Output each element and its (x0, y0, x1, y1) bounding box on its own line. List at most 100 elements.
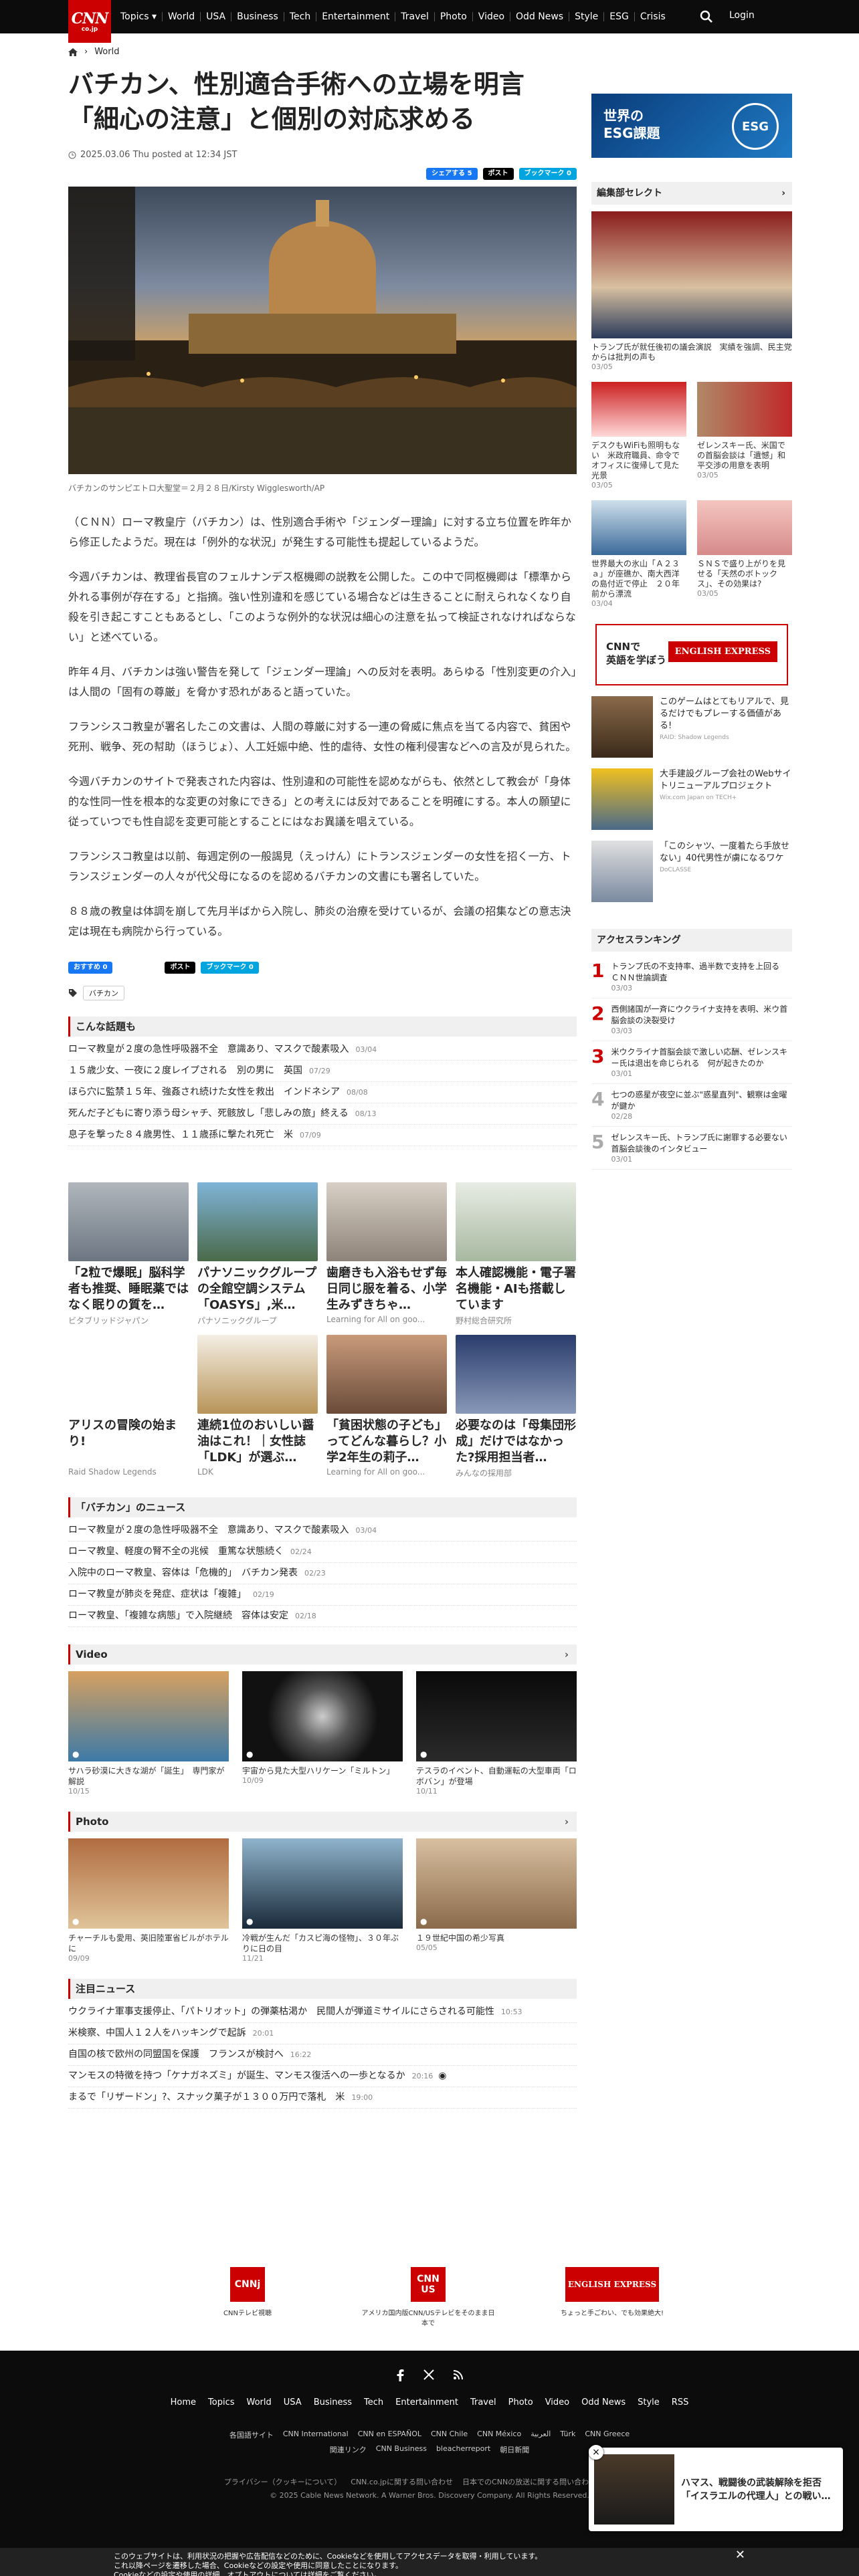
nav-item-8[interactable]: Video (473, 12, 511, 21)
ad-card[interactable]: 歯磨きも入浴もせず毎日同じ服を着る、小学生みずきちゃ… Learning for … (326, 1182, 447, 1326)
tag-vatican[interactable]: バチカン (83, 986, 124, 1000)
sponsored-item[interactable]: 大手建設グループ会社のWebサイトリニューアルプロジェクト Wix.com Jap… (591, 768, 792, 830)
ranking-item[interactable]: 1 トランプ氏の不支持率、過半数で支持を上回る ＣＮＮ世論調査 03/03 (591, 956, 792, 998)
footer-legal-link-0[interactable]: プライバシー（クッキーについて） (224, 2476, 341, 2487)
list-item[interactable]: 米検察、中国人１２人をハッキングで起訴 20:01 (68, 2023, 577, 2044)
list-item[interactable]: ローマ教皇が２度の急性呼吸器不全 意識あり、マスクで酸素吸入 03/04 (68, 1039, 577, 1061)
photo-heading[interactable]: Photo › (68, 1812, 577, 1832)
ad-card[interactable]: アリスの冒険の始まり! Raid Shadow Legends (68, 1335, 189, 1479)
cnn-us-link[interactable]: CNN US アメリカ国内版CNN/USテレビをそのまま日本で (361, 2267, 495, 2327)
footer-nav-item-5[interactable]: Tech (364, 2397, 383, 2407)
photo-card[interactable]: ● 冷戦が生んだ「カスピ海の怪物」、３０年ぶりに日の目 11/21 (242, 1838, 403, 1963)
nav-item-11[interactable]: ESG (604, 12, 635, 21)
sponsored-item[interactable]: このゲームはとてもリアルで、見るだけでもプレーする価値がある! RAID: Sha… (591, 696, 792, 758)
list-item[interactable]: 死んだ子どもに寄り添う母シャチ、死骸放し「悲しみの旅」終える 08/13 (68, 1103, 577, 1125)
footer-intl-link-7[interactable]: CNN Greece (585, 2430, 630, 2440)
ad-card[interactable]: 「貧困状態の子ども」ってどんな暮らし？小学2年生の莉子… Learning for… (326, 1335, 447, 1479)
facebook-icon[interactable] (395, 2369, 405, 2381)
video-heading[interactable]: Video › (68, 1644, 577, 1665)
ad-card[interactable]: 必要なのは「母集団形成」だけではなかった?採用担当者… みんなの採用部 (456, 1335, 576, 1479)
x-post-button[interactable]: ポスト (165, 962, 196, 974)
footer-nav-item-12[interactable]: RSS (672, 2397, 689, 2407)
floating-video-player[interactable]: × ハマス、戦闘後の武装解除を拒否「イスラエルの代理人」との戦い… (589, 2445, 843, 2531)
list-item[interactable]: まるで「リザードン」?、スナック菓子が１３００万円で落札 米 19:00 (68, 2087, 577, 2109)
footer-intl-link-4[interactable]: CNN México (477, 2430, 521, 2440)
photo-card[interactable]: ● チャーチルも愛用、英旧陸軍省ビルがホテルに 09/09 (68, 1838, 229, 1963)
pick-card[interactable]: 世界最大の氷山「Ａ２３ａ」が座礁か、南大西洋の島付近で停止 ２０年前から漂流 03… (591, 500, 686, 608)
nav-item-2[interactable]: USA (201, 12, 232, 21)
footer-nav-item-1[interactable]: Topics (208, 2397, 234, 2407)
footer-intl-link-1[interactable]: CNN International (283, 2430, 349, 2440)
nav-item-5[interactable]: Entertainment (316, 12, 396, 21)
english-express-link[interactable]: ENGLISH EXPRESS ちょっと手ごわい、でも効果絶大! (549, 2267, 676, 2317)
list-item[interactable]: ほら穴に監禁１５年、強姦され続けた女性を救出 インドネシア 08/08 (68, 1082, 577, 1103)
video-card[interactable]: ● サハラ砂漠に大きな湖が「誕生」 専門家が解説 10/15 (68, 1671, 229, 1796)
list-item[interactable]: ローマ教皇が肺炎を発症、症状は「複雑」 02/19 (68, 1584, 577, 1606)
esg-banner[interactable]: 世界の ESG課題 ESG (591, 94, 792, 158)
cnn-logo[interactable]: CNN co.jp (68, 0, 111, 43)
nav-item-3[interactable]: Business (231, 12, 284, 21)
footer-nav-item-0[interactable]: Home (171, 2397, 196, 2407)
footer-intl-link-5[interactable]: العربية (531, 2430, 551, 2440)
hatena-bookmark-button[interactable]: ブックマーク 0 (518, 168, 577, 180)
list-item[interactable]: ローマ教皇、「複雑な病態」で入院継続 容体は安定 02/18 (68, 1606, 577, 1627)
photo-card[interactable]: ● １９世紀中国の希少写真 05/05 (416, 1838, 577, 1963)
ad-card[interactable]: 「2粒で爆眠」脳科学者も推奨、睡眠薬ではなく眠りの質を… ビタブリッドジャパン (68, 1182, 189, 1326)
list-item[interactable]: ウクライナ軍事支援停止、「パトリオット」の弾薬枯渇か 民間人が弾道ミサイルにさら… (68, 2002, 577, 2023)
x-post-button[interactable]: ポスト (482, 168, 514, 180)
footer-nav-item-7[interactable]: Travel (470, 2397, 496, 2407)
pick-card[interactable]: ＳＮＳで盛り上がりを見せる「天然のボトックス」、その効果は? 03/05 (697, 500, 792, 608)
list-item[interactable]: マンモスの特徴を持つ「ケナガネズミ」が誕生、マンモス復活への一歩となるか 20:1… (68, 2066, 577, 2087)
ranking-item[interactable]: 2 西側諸国が一斉にウクライナ支持を表明、米ウ首脳会談の決裂受け 03/03 (591, 998, 792, 1041)
footer-related-link-1[interactable]: CNN Business (376, 2444, 427, 2455)
footer-nav-item-2[interactable]: World (247, 2397, 272, 2407)
footer-nav-item-9[interactable]: Video (545, 2397, 569, 2407)
close-icon[interactable]: ✕ (735, 2549, 745, 2561)
ranking-item[interactable]: 3 米ウクライナ首脳会談で激しい応酬、ゼレンスキー氏は退出を命じられる 何が起きた… (591, 1041, 792, 1084)
editor-picks-heading[interactable]: 編集部セレクト › (591, 182, 792, 205)
ranking-item[interactable]: 4 七つの惑星が夜空に並ぶ"惑星直列"、観察は金曜が鍵か 02/28 (591, 1084, 792, 1127)
cnnj-link[interactable]: CNNj CNNテレビ視聴 (201, 2267, 294, 2317)
rss-icon[interactable] (453, 2369, 464, 2380)
nav-item-4[interactable]: Tech (284, 12, 317, 21)
footer-related-link-0[interactable]: 関連リンク (330, 2444, 367, 2455)
list-item[interactable]: 自国の核で欧州の同盟国を保護 フランスが検討へ 16:22 (68, 2044, 577, 2066)
sponsored-item[interactable]: 「このシャツ、一度着たら手放せない」40代男性が虜になるワケ DoCLASSE (591, 841, 792, 902)
footer-related-link-3[interactable]: 朝日新聞 (500, 2444, 529, 2455)
ad-card[interactable]: 本人確認機能・電子署名機能・AIも搭載しています 野村総合研究所 (456, 1182, 576, 1326)
footer-nav-item-10[interactable]: Odd News (581, 2397, 626, 2407)
footer-nav-item-3[interactable]: USA (284, 2397, 302, 2407)
nav-item-7[interactable]: Photo (435, 12, 473, 21)
footer-related-link-2[interactable]: bleacherreport (436, 2444, 490, 2455)
video-card[interactable]: ● 宇宙から見た大型ハリケーン「ミルトン」 10/09 (242, 1671, 403, 1796)
list-item[interactable]: 入院中のローマ教皇、容体は「危機的」 バチカン発表 02/23 (68, 1563, 577, 1584)
footer-nav-item-6[interactable]: Entertainment (395, 2397, 458, 2407)
x-icon[interactable] (423, 2369, 434, 2380)
close-icon[interactable]: × (589, 2445, 603, 2460)
footer-legal-link-1[interactable]: CNN.co.jpに関する問い合わせ (351, 2476, 453, 2487)
pick-card[interactable]: ゼレンスキー氏、米国での首脳会談は「遺憾」和平交渉の用意を表明 03/05 (697, 382, 792, 490)
ad-card[interactable]: 連続1位のおいしい醤油はこれ！｜女性誌「LDK」が選ぶ… LDK (197, 1335, 318, 1479)
pick-card[interactable]: トランプ氏が就任後初の議会演説 実績を強調、民主党からは批判の声も 03/05 (591, 211, 792, 371)
list-item[interactable]: １５歳少女、一夜に２度レイプされる 別の男に 英国 07/29 (68, 1061, 577, 1082)
footer-intl-link-6[interactable]: Türk (560, 2430, 575, 2440)
nav-item-0[interactable]: Topics ▾ (115, 12, 163, 21)
footer-intl-link-0[interactable]: 各国語サイト (229, 2430, 274, 2440)
list-item[interactable]: ローマ教皇が２度の急性呼吸器不全 意識あり、マスクで酸素吸入 03/04 (68, 1520, 577, 1541)
facebook-recommend-button[interactable]: おすすめ 0 (68, 962, 113, 974)
footer-intl-link-2[interactable]: CNN en ESPAÑOL (358, 2430, 421, 2440)
search-icon[interactable] (699, 9, 714, 24)
pick-card[interactable]: デスクもWiFiも照明もない 米政府職員、命令でオフィスに復帰して見た光景 03/… (591, 382, 686, 490)
ranking-item[interactable]: 5 ゼレンスキー氏、トランプ氏に謝罪する必要ない 首脳会談後のインタビュー 03/0… (591, 1127, 795, 1170)
home-icon[interactable] (68, 47, 78, 56)
nav-item-10[interactable]: Style (569, 12, 605, 21)
hatena-bookmark-button[interactable]: ブックマーク 0 (201, 962, 259, 974)
footer-nav-item-8[interactable]: Photo (508, 2397, 533, 2407)
video-card[interactable]: ● テスラのイベント、自動運転の大型車両「ロボバン」が登場 10/11 (416, 1671, 577, 1796)
ad-card[interactable]: パナソニックグループの全館空調システム「OASYS」,米… パナソニックグループ (197, 1182, 318, 1326)
nav-item-12[interactable]: Crisis (635, 12, 671, 21)
list-item[interactable]: 息子を撃った８４歳男性、１１歳孫に撃たれ死亡 米 07/09 (68, 1125, 577, 1146)
nav-item-9[interactable]: Odd News (510, 12, 570, 21)
list-item[interactable]: ローマ教皇、軽度の腎不全の兆候 重篤な状態続く 02/24 (68, 1541, 577, 1563)
nav-item-6[interactable]: Travel (395, 12, 435, 21)
